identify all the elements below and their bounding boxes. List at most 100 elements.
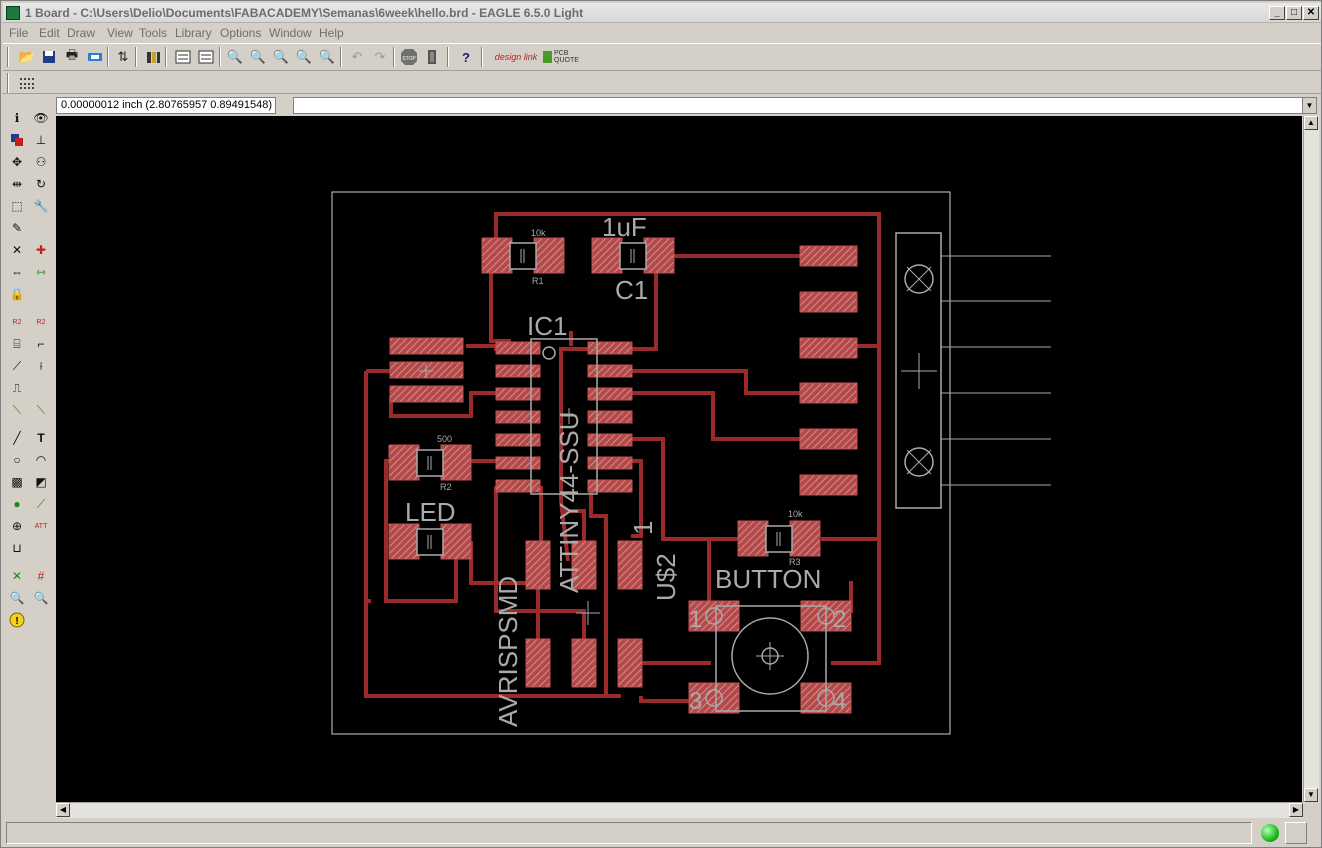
status-green-led-icon (1261, 824, 1279, 842)
go-icon[interactable] (422, 47, 442, 67)
stop-button[interactable]: STOP (399, 47, 419, 67)
erc-icon[interactable]: 🔍 (7, 589, 27, 607)
delete-icon[interactable]: ✕ (7, 241, 27, 259)
zoom-out-icon[interactable]: 🔍 (271, 47, 291, 67)
maximize-button[interactable]: □ (1286, 6, 1302, 20)
menu-help[interactable]: Help (319, 26, 344, 40)
close-button[interactable]: ✕ (1303, 6, 1319, 20)
menu-options[interactable]: Options (220, 26, 261, 40)
errors-icon[interactable]: ! (7, 611, 27, 629)
command-history-dropdown[interactable]: ▼ (1302, 98, 1316, 113)
toolbar-separator (447, 47, 449, 67)
open-folder-icon[interactable]: 📂 (17, 47, 37, 67)
via-icon[interactable]: ● (7, 495, 27, 513)
menu-library[interactable]: Library (175, 26, 212, 40)
vertical-scrollbar[interactable]: ▲ ▼ (1303, 116, 1319, 802)
drc-icon[interactable]: 🔍 (31, 589, 51, 607)
rect-icon[interactable]: ▩ (7, 473, 27, 491)
display-layers-icon[interactable] (7, 131, 27, 149)
wire-bend-icon[interactable]: ⎍ (7, 379, 27, 397)
arc-icon[interactable]: ◠ (31, 451, 51, 469)
use-library-icon[interactable] (143, 47, 163, 67)
name-icon[interactable]: R2 (7, 313, 27, 331)
toolbar-separator (393, 47, 395, 67)
value-icon[interactable]: R2 (31, 313, 51, 331)
scroll-right-button[interactable]: ▶ (1289, 803, 1303, 817)
replace-icon[interactable]: ⇔ (7, 263, 27, 281)
scroll-up-button[interactable]: ▲ (1304, 116, 1318, 130)
wire-icon[interactable]: ╱ (7, 429, 27, 447)
button-pin1-label: 1 (689, 606, 702, 633)
mark-icon[interactable]: ⊥ (31, 131, 51, 149)
command-line-input[interactable]: ▼ (293, 97, 1317, 114)
eagle-app-icon (6, 6, 20, 20)
ripup-icon[interactable]: ⟍ (31, 401, 51, 419)
miter-icon[interactable]: ⌐ (31, 335, 51, 353)
menu-window[interactable]: Window (269, 26, 312, 40)
add-icon[interactable]: ✚ (31, 241, 51, 259)
help-icon[interactable]: ? (456, 47, 476, 67)
redo-icon[interactable]: ↷ (370, 47, 390, 67)
circle-icon[interactable]: ○ (7, 451, 27, 469)
auto-route-icon[interactable]: # (31, 567, 51, 585)
designlink-button[interactable]: design link (493, 47, 539, 67)
menu-tools[interactable]: Tools (139, 26, 167, 40)
zoom-in-icon[interactable]: 🔍 (248, 47, 268, 67)
title-bar[interactable]: 1 Board - C:\Users\Delio\Documents\FABAC… (3, 3, 1321, 23)
menu-file[interactable]: File (9, 26, 28, 40)
dimension-icon[interactable]: ⊔ (7, 539, 27, 557)
scroll-down-button[interactable]: ▼ (1304, 788, 1318, 802)
horizontal-scrollbar[interactable]: ◀ ▶ (56, 802, 1303, 818)
r1-name-label: R1 (532, 276, 544, 286)
menu-draw[interactable]: Draw (67, 26, 95, 40)
button-pin4-label: 4 (833, 688, 846, 715)
menu-edit[interactable]: Edit (39, 26, 60, 40)
svg-text:!: ! (15, 616, 18, 627)
change-icon[interactable]: 🔧 (31, 197, 51, 215)
signal-icon[interactable]: ⟋ (31, 495, 51, 513)
button-name-label: BUTTON (715, 564, 821, 594)
mirror-icon[interactable]: ⇹ (7, 175, 27, 193)
hole-icon[interactable]: ⊕ (7, 517, 27, 535)
minimize-button[interactable]: _ (1269, 6, 1285, 20)
polygon-icon[interactable]: ◩ (31, 473, 51, 491)
info-icon[interactable]: ℹ (7, 109, 27, 127)
zoom-select-icon[interactable]: 🔍 (317, 47, 337, 67)
zoom-redraw-icon[interactable]: 🔍 (294, 47, 314, 67)
switch-to-schematic-icon[interactable]: ⇅ (113, 47, 133, 67)
smash-icon[interactable]: 🔒 (7, 285, 27, 303)
rotate-icon[interactable]: ↻ (31, 175, 51, 193)
meander-icon[interactable]: ⟊ (31, 357, 51, 375)
toolbar-separator (219, 47, 221, 67)
zoom-fit-icon[interactable]: 🔍 (225, 47, 245, 67)
pcbquote-button[interactable]: PCB QUOTE (543, 47, 585, 67)
lock-icon[interactable]: ⇿ (31, 263, 51, 281)
button-pin3-label: 3 (689, 688, 702, 715)
print-icon[interactable]: 🖶 (62, 47, 82, 67)
grid-icon[interactable] (17, 73, 37, 93)
undo-icon[interactable]: ↶ (347, 47, 367, 67)
move-icon[interactable]: ✥ (7, 153, 27, 171)
scroll-left-button[interactable]: ◀ (56, 803, 70, 817)
show-icon[interactable]: 👁 (31, 109, 51, 127)
u2-name-label: U$2 (651, 553, 681, 601)
command-toolbar: ℹ 👁 ⊥ ✥ ⚇ ⇹ ↻ ⬚ 🔧 ✎ ✕ ✚ ⇔ ⇿ 🔒 R2 R2 ⌸ ⌐ … (3, 97, 53, 817)
optimize-icon[interactable]: ⟋ (7, 357, 27, 375)
board-canvas[interactable]: 10k R1 1uF C1 IC1 ATTINY44-SSU 500 R2 LE… (56, 116, 1302, 802)
save-icon[interactable] (39, 47, 59, 67)
route-icon[interactable]: ⟍ (7, 401, 27, 419)
script-icon[interactable] (173, 47, 193, 67)
status-stop-button[interactable] (1285, 822, 1307, 844)
group-icon[interactable]: ⬚ (7, 197, 27, 215)
ulp-icon[interactable] (196, 47, 216, 67)
led-name-label: LED (405, 497, 456, 527)
text-icon[interactable]: T (31, 429, 51, 447)
menu-view[interactable]: View (107, 26, 133, 40)
split-icon[interactable]: ⌸ (7, 335, 27, 353)
cam-processor-icon[interactable] (85, 47, 105, 67)
copy-icon[interactable]: ⚇ (31, 153, 51, 171)
attribute-icon[interactable]: ATT (31, 517, 51, 535)
paste-icon[interactable]: ✎ (7, 219, 27, 237)
status-message (6, 822, 1252, 844)
ratsnest-icon[interactable]: ✕ (7, 567, 27, 585)
